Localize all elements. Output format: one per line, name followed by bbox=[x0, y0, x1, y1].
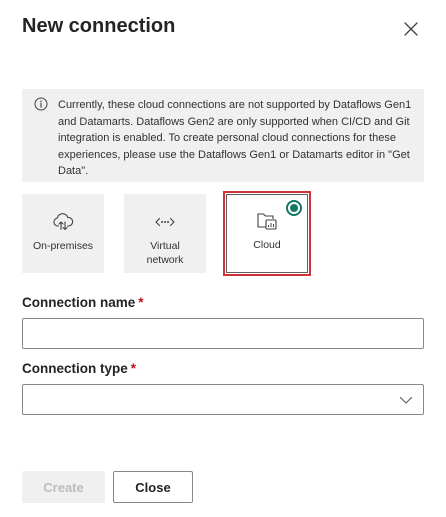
info-message-bar: Currently, these cloud connections are n… bbox=[22, 89, 424, 182]
tile-label: Cloud bbox=[253, 239, 281, 251]
close-icon-glyph bbox=[404, 22, 418, 36]
cloud-folder-icon bbox=[256, 212, 278, 230]
connection-name-input[interactable] bbox=[22, 318, 424, 349]
tile-virtual-network[interactable]: Virtual network bbox=[124, 194, 206, 273]
info-text: Currently, these cloud connections are n… bbox=[58, 99, 412, 177]
tile-label: On-premises bbox=[32, 240, 94, 252]
virtual-network-icon bbox=[154, 213, 176, 231]
connection-name-label: Connection name * bbox=[22, 295, 144, 310]
connection-type-dropdown[interactable] bbox=[22, 384, 424, 415]
close-button[interactable]: Close bbox=[113, 471, 193, 503]
selected-radio-indicator bbox=[286, 200, 302, 216]
cloud-upload-icon bbox=[52, 213, 74, 231]
field-label-text: Connection type bbox=[22, 361, 128, 376]
field-label-text: Connection name bbox=[22, 295, 136, 310]
tile-on-premises[interactable]: On-premises bbox=[22, 194, 104, 273]
required-mark: * bbox=[130, 361, 137, 376]
close-icon[interactable] bbox=[398, 16, 424, 42]
chevron-down-icon bbox=[399, 396, 413, 404]
required-mark: * bbox=[138, 295, 144, 310]
tile-label: Virtual network bbox=[146, 240, 184, 266]
create-button[interactable]: Create bbox=[22, 471, 105, 503]
info-icon bbox=[34, 97, 48, 111]
dialog-title: New connection bbox=[22, 15, 176, 37]
new-connection-dialog: New connection Currently, these cloud co… bbox=[0, 0, 446, 517]
tile-cloud[interactable]: Cloud bbox=[223, 191, 311, 276]
connection-type-label: Connection type * bbox=[22, 361, 136, 376]
